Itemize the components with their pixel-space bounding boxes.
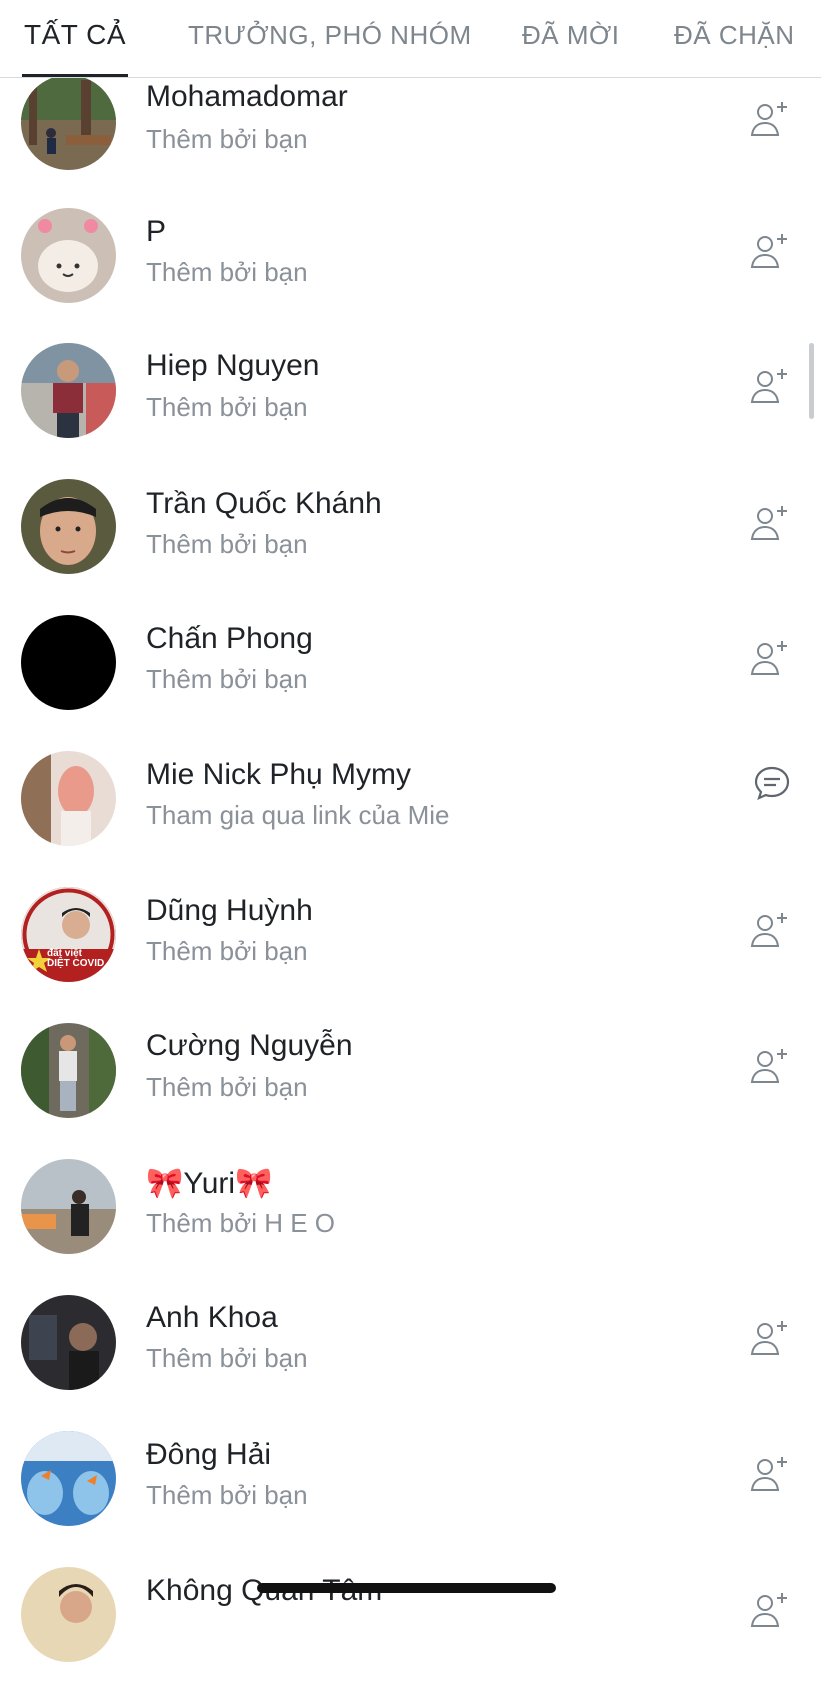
avatar	[21, 208, 116, 303]
avatar	[21, 1567, 116, 1662]
member-subtitle: Thêm bởi bạn	[146, 664, 308, 694]
avatar	[21, 479, 116, 574]
home-indicator[interactable]	[257, 1583, 556, 1593]
avatar	[21, 1431, 116, 1526]
member-name: 🎀Yuri🎀	[146, 1167, 273, 1200]
add-friend-icon[interactable]	[750, 1046, 790, 1086]
avatar	[21, 751, 116, 846]
member-row[interactable]: Anh Khoa Thêm bởi bạn	[0, 1276, 821, 1412]
member-name: Mohamadomar	[146, 80, 348, 113]
member-subtitle: Thêm bởi bạn	[146, 124, 308, 154]
member-subtitle: Thêm bởi bạn	[146, 1480, 308, 1510]
member-subtitle: Thêm bởi bạn	[146, 257, 308, 287]
member-subtitle: Tham gia qua link của Mie	[146, 800, 450, 830]
add-friend-icon[interactable]	[750, 1590, 790, 1630]
member-row[interactable]: Chấn Phong Thêm bởi bạn	[0, 596, 821, 732]
avatar	[21, 1159, 116, 1254]
avatar	[21, 1023, 116, 1118]
member-subtitle: Thêm bởi bạn	[146, 1343, 308, 1373]
tab-blocked[interactable]: ĐÃ CHẶN	[674, 20, 795, 51]
member-row[interactable]: 🎀Yuri🎀 Thêm bởi H E O	[0, 1140, 821, 1276]
tab-invited[interactable]: ĐÃ MỜI	[522, 20, 620, 51]
scrollbar[interactable]	[809, 343, 814, 419]
avatar: đất việt DIỆT COVID	[21, 887, 116, 982]
member-name: P	[146, 215, 167, 248]
message-icon[interactable]	[752, 763, 792, 803]
add-friend-icon[interactable]	[750, 638, 790, 678]
member-subtitle: Thêm bởi H E O	[146, 1208, 335, 1238]
member-row[interactable]: Mie Nick Phụ Mymy Tham gia qua link của …	[0, 732, 821, 868]
member-name: Dũng Huỳnh	[146, 894, 313, 927]
add-friend-icon[interactable]	[750, 1318, 790, 1358]
add-friend-icon[interactable]	[750, 910, 790, 950]
avatar	[21, 1295, 116, 1390]
member-row[interactable]: Trần Quốc Khánh Thêm bởi bạn	[0, 460, 821, 596]
tab-all[interactable]: TẤT CẢ	[24, 19, 126, 51]
member-row[interactable]: Hiep Nguyen Thêm bởi bạn	[0, 324, 821, 460]
member-row[interactable]: Không Quan Tâm	[0, 1548, 821, 1684]
avatar	[21, 343, 116, 438]
add-friend-icon[interactable]	[750, 366, 790, 406]
member-row[interactable]: Đông Hải Thêm bởi bạn	[0, 1412, 821, 1548]
tab-admins[interactable]: TRƯỞNG, PHÓ NHÓM	[188, 20, 472, 51]
member-row[interactable]: Cường Nguyễn Thêm bởi bạn	[0, 1004, 821, 1140]
member-name: Trần Quốc Khánh	[146, 487, 382, 520]
add-friend-icon[interactable]	[750, 99, 790, 139]
member-name: Chấn Phong	[146, 622, 313, 655]
member-name: Hiep Nguyen	[146, 349, 320, 382]
member-name: Đông Hải	[146, 1438, 272, 1471]
add-friend-icon[interactable]	[750, 1454, 790, 1494]
member-name: Cường Nguyễn	[146, 1029, 353, 1062]
tab-bar: TẤT CẢ TRƯỞNG, PHÓ NHÓM ĐÃ MỜI ĐÃ CHẶN	[0, 0, 821, 78]
add-friend-icon[interactable]	[750, 231, 790, 271]
avatar	[21, 75, 116, 170]
member-name: Mie Nick Phụ Mymy	[146, 758, 412, 791]
member-subtitle: Thêm bởi bạn	[146, 1072, 308, 1102]
member-subtitle: Thêm bởi bạn	[146, 936, 308, 966]
member-name: Anh Khoa	[146, 1301, 278, 1334]
member-list: Mohamadomar Thêm bởi bạn P Thêm bởi bạn	[0, 0, 821, 1662]
active-tab-indicator	[22, 74, 128, 77]
member-row[interactable]: đất việt DIỆT COVID Dũng Huỳnh Thêm bởi …	[0, 868, 821, 1004]
avatar-badge-text: đất việt DIỆT COVID	[47, 948, 105, 969]
avatar	[21, 615, 116, 710]
member-subtitle: Thêm bởi bạn	[146, 529, 308, 559]
member-row[interactable]: P Thêm bởi bạn	[0, 188, 821, 324]
add-friend-icon[interactable]	[750, 503, 790, 543]
member-subtitle: Thêm bởi bạn	[146, 392, 308, 422]
